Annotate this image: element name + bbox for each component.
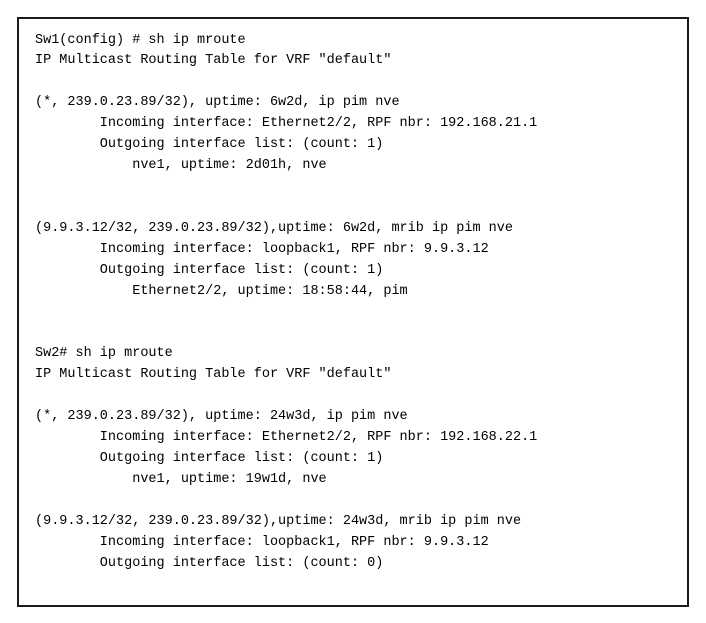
terminal-line: (*, 239.0.23.89/32), uptime: 6w2d, ip pi… bbox=[35, 93, 671, 114]
terminal-line: IP Multicast Routing Table for VRF "defa… bbox=[35, 365, 671, 386]
terminal-line: Sw1(config) # sh ip mroute bbox=[35, 31, 671, 52]
terminal-line: (*, 239.0.23.89/32), uptime: 24w3d, ip p… bbox=[35, 407, 671, 428]
terminal-line: Outgoing interface list: (count: 1) bbox=[35, 261, 671, 282]
blank-line bbox=[35, 323, 671, 344]
terminal-line: (9.9.3.12/32, 239.0.23.89/32),uptime: 24… bbox=[35, 512, 671, 533]
terminal-line: Incoming interface: loopback1, RPF nbr: … bbox=[35, 533, 671, 554]
terminal-line: Sw2# sh ip mroute bbox=[35, 344, 671, 365]
terminal-line: (9.9.3.12/32, 239.0.23.89/32),uptime: 6w… bbox=[35, 219, 671, 240]
terminal-line: IP Multicast Routing Table for VRF "defa… bbox=[35, 51, 671, 72]
terminal-line: Incoming interface: Ethernet2/2, RPF nbr… bbox=[35, 114, 671, 135]
terminal-line: Outgoing interface list: (count: 1) bbox=[35, 135, 671, 156]
blank-line bbox=[35, 302, 671, 323]
blank-line bbox=[35, 177, 671, 198]
terminal-line: Incoming interface: loopback1, RPF nbr: … bbox=[35, 240, 671, 261]
terminal-line: Ethernet2/2, uptime: 18:58:44, pim bbox=[35, 282, 671, 303]
terminal-line: Outgoing interface list: (count: 1) bbox=[35, 449, 671, 470]
terminal-output: Sw1(config) # sh ip mrouteIP Multicast R… bbox=[17, 17, 689, 607]
blank-line bbox=[35, 72, 671, 93]
blank-line bbox=[35, 386, 671, 407]
terminal-line: Outgoing interface list: (count: 0) bbox=[35, 554, 671, 575]
blank-line bbox=[35, 198, 671, 219]
blank-line bbox=[35, 491, 671, 512]
terminal-line: Incoming interface: Ethernet2/2, RPF nbr… bbox=[35, 428, 671, 449]
terminal-line: nve1, uptime: 19w1d, nve bbox=[35, 470, 671, 491]
terminal-line: nve1, uptime: 2d01h, nve bbox=[35, 156, 671, 177]
